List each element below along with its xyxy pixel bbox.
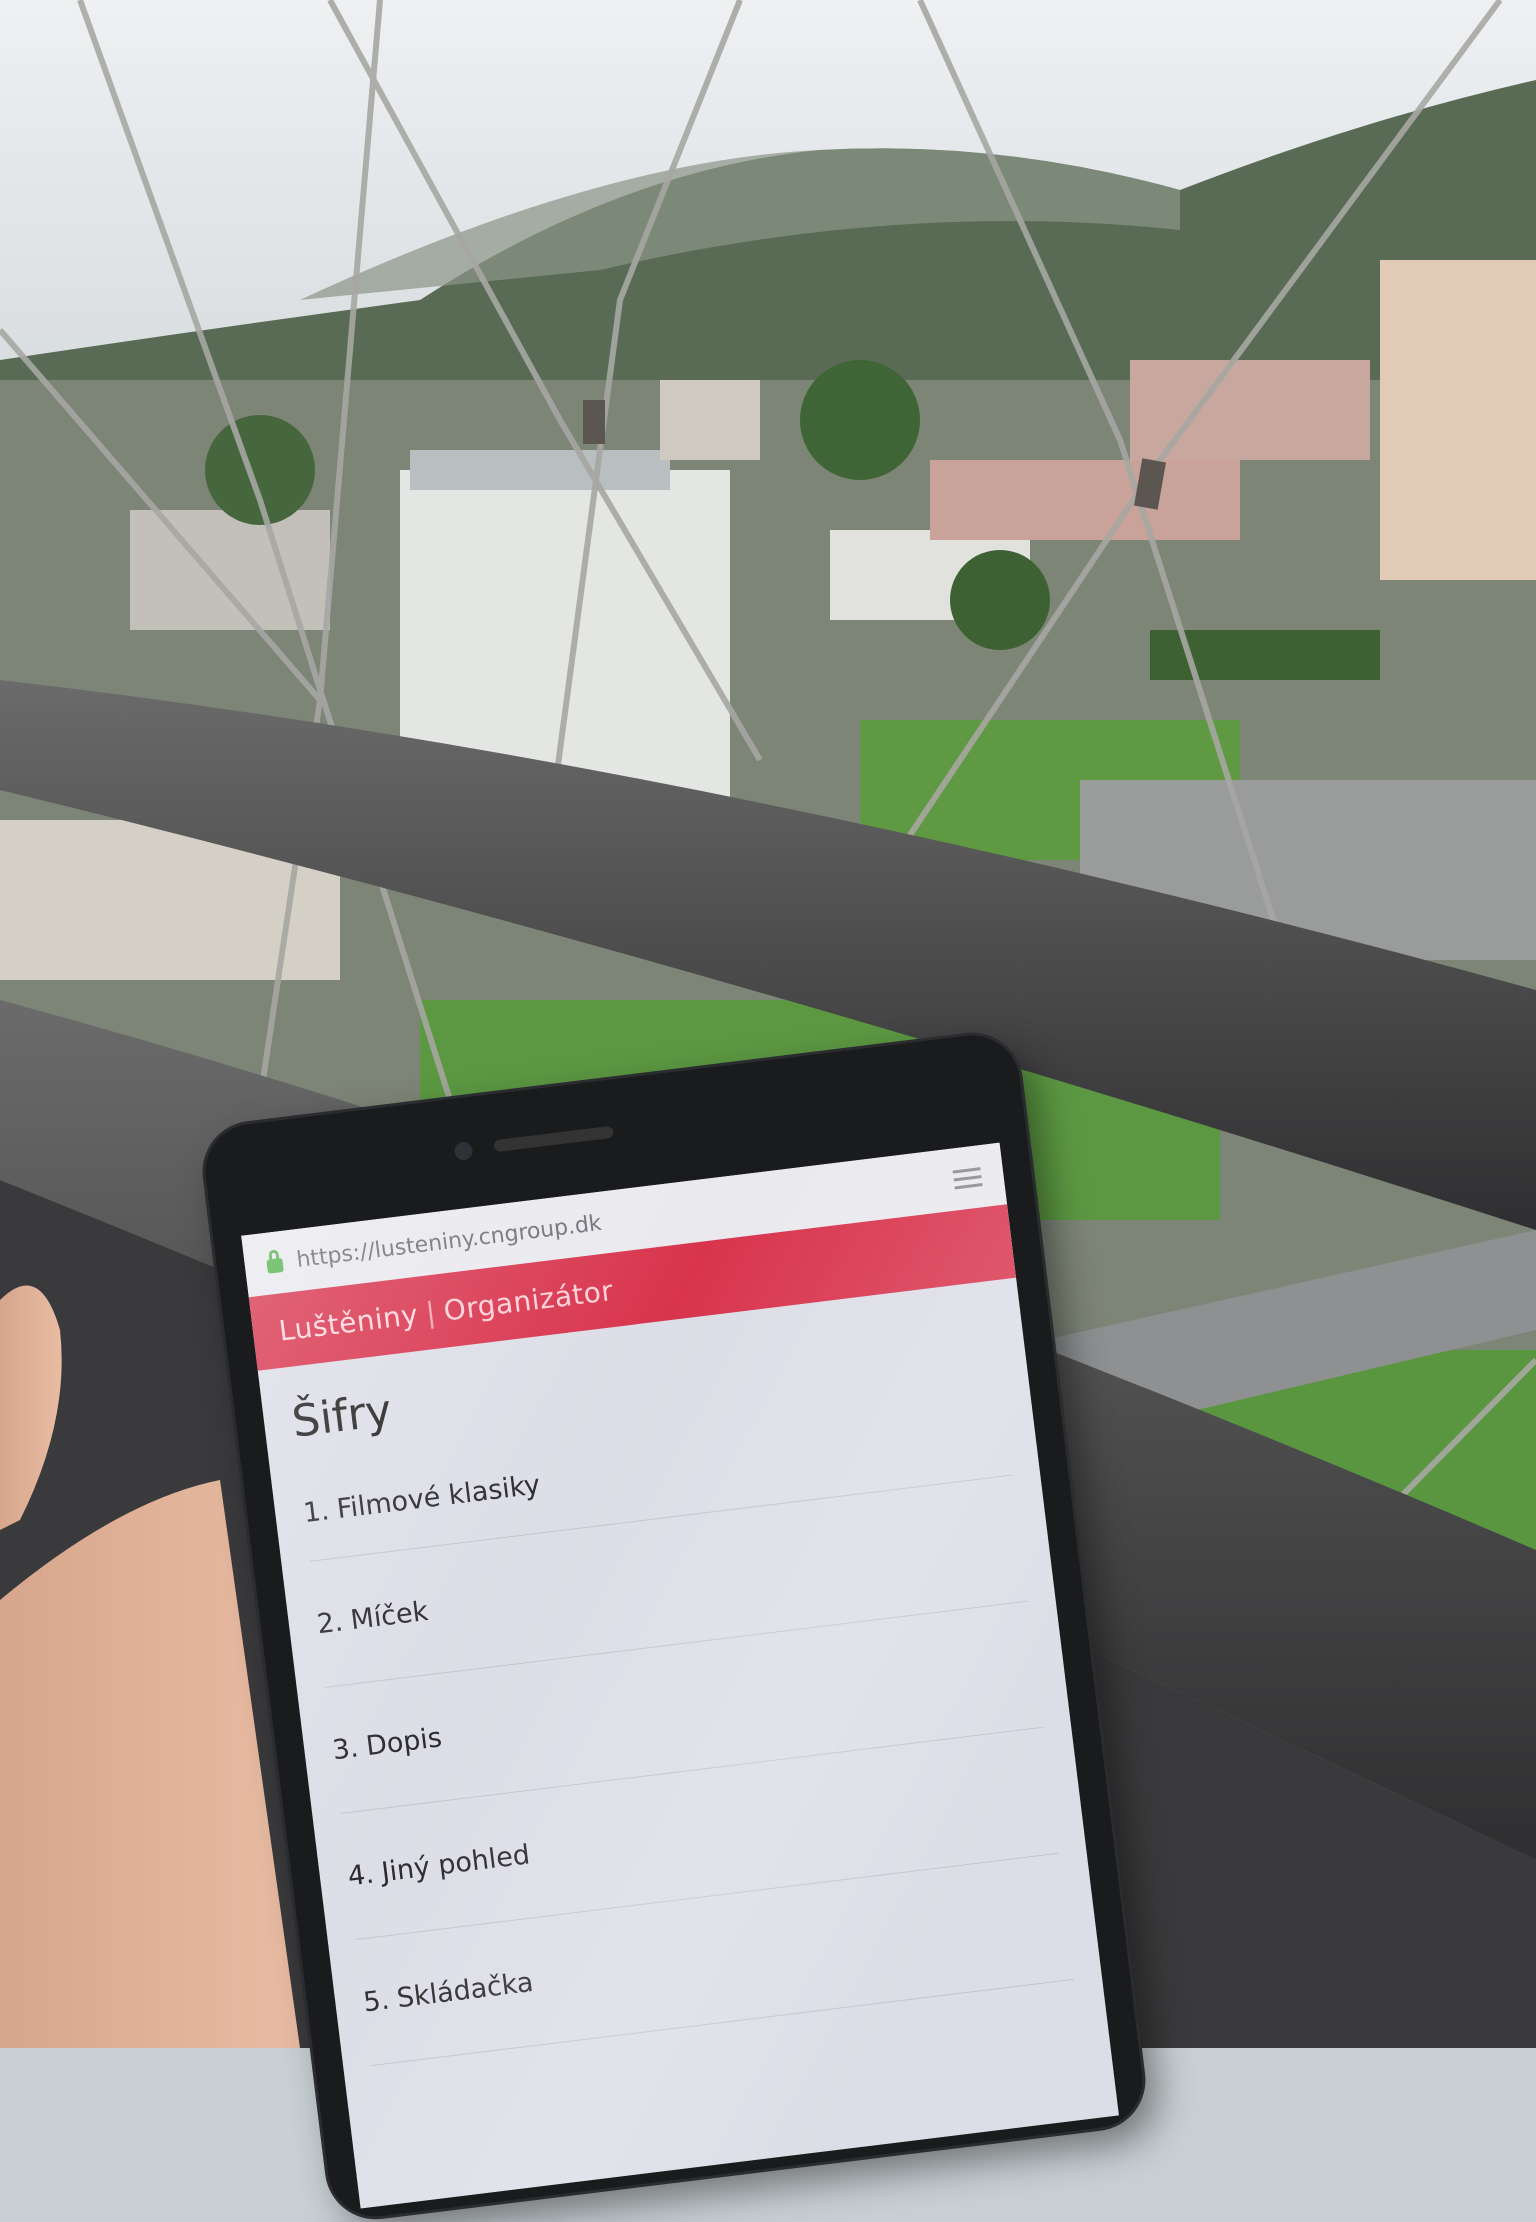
net-clamp (583, 400, 605, 444)
smartphone: https://lusteniny.cngroup.dk Luštěniny |… (200, 1030, 1148, 2222)
tower-building (1380, 260, 1536, 580)
cipher-name: Dopis (364, 1721, 444, 1762)
cipher-number: 2. (315, 1605, 345, 1640)
page-content: Šifry 1. Filmové klasiky 2. Míček 3. Dopis … (258, 1278, 1105, 2094)
cipher-list: 1. Filmové klasiky 2. Míček 3. Dopis 4. Jiný… (297, 1379, 1075, 2067)
cipher-name: Jiný pohled (379, 1838, 532, 1888)
building (660, 380, 760, 460)
cipher-number: 4. (346, 1857, 376, 1892)
cipher-name: Míček (348, 1595, 430, 1636)
tree (800, 360, 920, 480)
hotel-roof (410, 450, 670, 490)
cipher-number: 1. (301, 1494, 331, 1529)
earpiece-speaker (493, 1125, 615, 1153)
role-label: Organizátor (441, 1273, 616, 1328)
phone-screen: https://lusteniny.cngroup.dk Luštěniny |… (241, 1142, 1119, 2209)
building (130, 510, 330, 630)
building (930, 460, 1240, 540)
building (1130, 360, 1370, 460)
tree (950, 550, 1050, 650)
cipher-name: Skládačka (395, 1966, 536, 2014)
front-camera (453, 1141, 474, 1162)
hamburger-menu-icon[interactable] (952, 1162, 983, 1194)
header-separator: | (423, 1295, 438, 1330)
cipher-number: 5. (361, 1984, 392, 2018)
lock-icon (266, 1257, 284, 1274)
cipher-number: 3. (330, 1731, 361, 1766)
brand-link[interactable]: Luštěniny (277, 1297, 420, 1347)
cipher-name: Filmové klasiky (335, 1468, 542, 1525)
